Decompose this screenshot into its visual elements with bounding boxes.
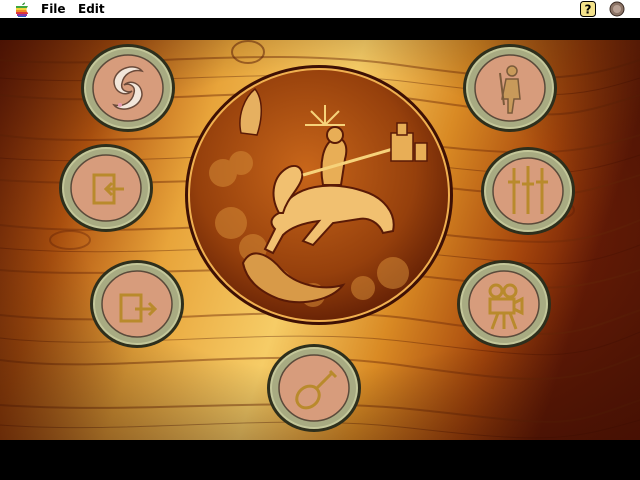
enter-door-medallion-button[interactable] (58, 143, 154, 233)
menu-edit[interactable]: Edit (78, 2, 105, 17)
swords-medallion-button[interactable] (480, 146, 576, 236)
top-black-band (0, 20, 640, 40)
menu-bar: File Edit ? (0, 0, 640, 19)
movie-camera-medallion-button[interactable] (456, 259, 552, 349)
knight-statue-medallion-button[interactable] (462, 43, 558, 133)
apple-menu-icon[interactable] (15, 2, 29, 17)
exit-door-medallion-button[interactable] (89, 259, 185, 349)
menu-file[interactable]: File (41, 2, 66, 17)
dolphins-medallion-button[interactable] (80, 43, 176, 133)
bottom-black-band (0, 440, 640, 480)
knight-relief-carving (183, 63, 455, 327)
lute-medallion-button[interactable] (266, 343, 362, 433)
swords-icon (508, 166, 548, 214)
svg-text:?: ? (585, 3, 592, 17)
help-question-icon[interactable]: ? (580, 1, 596, 17)
app-switcher-icon[interactable] (609, 1, 625, 17)
wooden-panel (0, 40, 640, 440)
